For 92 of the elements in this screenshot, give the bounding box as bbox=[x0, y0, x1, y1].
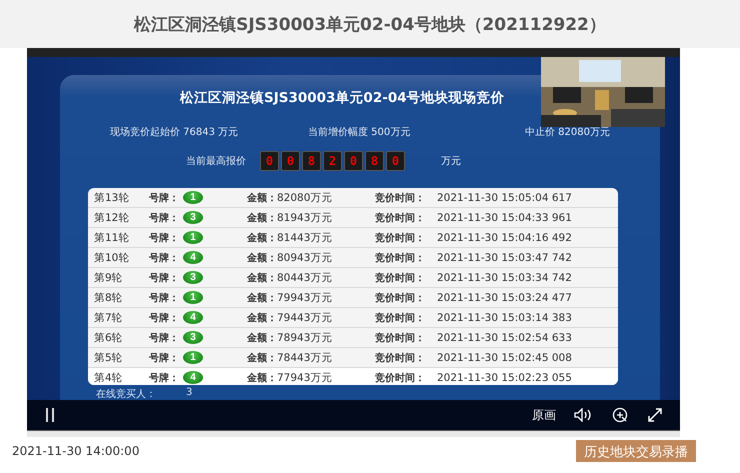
plate-badge: 1 bbox=[183, 351, 203, 364]
plate-badge: 4 bbox=[183, 371, 203, 384]
time-cell-text: 2021-11-30 15:05:04 617 bbox=[437, 192, 573, 204]
time-label: 竞价时间： bbox=[375, 331, 426, 344]
plate-label: 号牌： bbox=[149, 212, 180, 224]
amount-label: 金额： bbox=[247, 232, 277, 244]
time-cell-text: 2021-11-30 15:04:33 961 bbox=[437, 212, 573, 224]
amount-cell: 79943万元 bbox=[277, 292, 332, 304]
auction-title: 松江区洞泾镇SJS30003单元02-04号地块现场竞价 bbox=[180, 89, 505, 107]
plate-badge: 4 bbox=[183, 311, 203, 324]
price-digit: 0 bbox=[344, 151, 363, 171]
quality-button[interactable]: 原画 bbox=[532, 406, 556, 424]
price-digit: 8 bbox=[302, 151, 321, 171]
amount-label: 金额： bbox=[247, 212, 277, 224]
amount-cell: 77943万元 bbox=[277, 372, 332, 384]
round-cell-text: 第5轮 bbox=[94, 350, 124, 364]
plate-label: 号牌： bbox=[149, 332, 180, 344]
amount-cell: 82080万元 bbox=[277, 192, 332, 204]
plate-badge: 1 bbox=[183, 291, 203, 304]
time-label: 竞价时间： bbox=[375, 211, 426, 224]
online-bidders-count: 3 bbox=[186, 387, 192, 400]
time-label: 竞价时间： bbox=[375, 191, 426, 204]
amount-label: 金额： bbox=[247, 372, 277, 384]
plate-label: 号牌： bbox=[149, 232, 180, 244]
amount-label: 金额： bbox=[247, 292, 277, 304]
time-label: 竞价时间： bbox=[375, 311, 426, 324]
round-cell-text: 第7轮 bbox=[94, 310, 124, 324]
page-title: 松江区洞泾镇SJS30003单元02-04号地块（202112922） bbox=[134, 14, 606, 36]
time-label: 竞价时间： bbox=[375, 231, 426, 244]
plate-label: 号牌： bbox=[149, 192, 180, 204]
time-cell-text: 2021-11-30 15:02:54 633 bbox=[437, 332, 573, 344]
round-cell-text: 第10轮 bbox=[94, 250, 130, 264]
amount-cell: 81943万元 bbox=[277, 212, 332, 224]
time-cell-text: 2021-11-30 15:04:16 492 bbox=[437, 232, 573, 244]
plate-badge: 3 bbox=[183, 211, 203, 224]
amount-label: 金额： bbox=[247, 312, 277, 324]
plate-badge: 1 bbox=[183, 191, 203, 204]
fullscreen-icon[interactable] bbox=[648, 408, 662, 422]
pause-icon[interactable] bbox=[45, 408, 55, 422]
time-label: 竞价时间： bbox=[375, 271, 426, 284]
amount-cell: 80443万元 bbox=[277, 272, 332, 284]
amount-label: 金额： bbox=[247, 272, 277, 284]
auction-info: 中止价 82080万元 bbox=[525, 126, 610, 139]
price-digit: 0 bbox=[260, 151, 279, 171]
plate-label: 号牌： bbox=[149, 352, 180, 364]
price-digit: 2 bbox=[323, 151, 342, 171]
volume-icon[interactable] bbox=[574, 408, 592, 422]
amount-cell: 78443万元 bbox=[277, 352, 332, 364]
price-digit: 8 bbox=[365, 151, 384, 171]
amount-label: 金额： bbox=[247, 252, 277, 264]
time-label: 竞价时间： bbox=[375, 371, 426, 384]
time-label: 竞价时间： bbox=[375, 351, 426, 364]
plate-badge: 4 bbox=[183, 251, 203, 264]
amount-label: 金额： bbox=[247, 332, 277, 344]
plate-label: 号牌： bbox=[149, 372, 180, 384]
plate-badge: 3 bbox=[183, 331, 203, 344]
round-cell-text: 第8轮 bbox=[94, 290, 124, 304]
round-cell-text: 第9轮 bbox=[94, 270, 124, 284]
time-cell-text: 2021-11-30 15:03:47 742 bbox=[437, 252, 573, 264]
time-cell-text: 2021-11-30 15:03:14 383 bbox=[437, 312, 573, 324]
price-digit: 0 bbox=[281, 151, 300, 171]
amount-label: 金额： bbox=[247, 352, 277, 364]
round-cell-text: 第11轮 bbox=[94, 230, 130, 244]
round-cell-text: 第12轮 bbox=[94, 210, 130, 224]
price-digit: 0 bbox=[386, 151, 405, 171]
round-cell-text: 第13轮 bbox=[94, 190, 130, 204]
highest-bid-label: 当前最高报价 bbox=[186, 154, 246, 168]
amount-cell: 81443万元 bbox=[277, 232, 332, 244]
price-unit: 万元 bbox=[441, 155, 461, 168]
amount-cell: 80943万元 bbox=[277, 252, 332, 264]
amount-cell: 78943万元 bbox=[277, 332, 332, 344]
time-label: 竞价时间： bbox=[375, 251, 426, 264]
time-cell-text: 2021-11-30 15:02:45 008 bbox=[437, 352, 573, 364]
time-label: 竞价时间： bbox=[375, 291, 426, 304]
plate-label: 号牌： bbox=[149, 272, 180, 284]
speed-icon[interactable] bbox=[612, 407, 628, 423]
amount-cell: 79443万元 bbox=[277, 312, 332, 324]
time-cell-text: 2021-11-30 15:03:34 742 bbox=[437, 272, 573, 284]
broadcast-date: 2021-11-30 14:00:00 bbox=[12, 444, 140, 458]
auction-info: 现场竞价起始价 76843 万元 bbox=[110, 126, 238, 139]
time-cell-text: 2021-11-30 15:03:24 477 bbox=[437, 292, 573, 304]
plate-label: 号牌： bbox=[149, 252, 180, 264]
round-cell-text: 第6轮 bbox=[94, 330, 124, 344]
plate-label: 号牌： bbox=[149, 312, 180, 324]
time-cell-text: 2021-11-30 15:02:23 055 bbox=[437, 372, 573, 384]
plate-badge: 3 bbox=[183, 271, 203, 284]
round-cell-text: 第4轮 bbox=[94, 370, 124, 384]
online-bidders-label: 在线竞买人： bbox=[96, 388, 156, 400]
auction-info: 当前增价幅度 500万元 bbox=[308, 126, 410, 139]
amount-label: 金额： bbox=[247, 192, 277, 204]
plate-label: 号牌： bbox=[149, 292, 180, 304]
plate-badge: 1 bbox=[183, 231, 203, 244]
